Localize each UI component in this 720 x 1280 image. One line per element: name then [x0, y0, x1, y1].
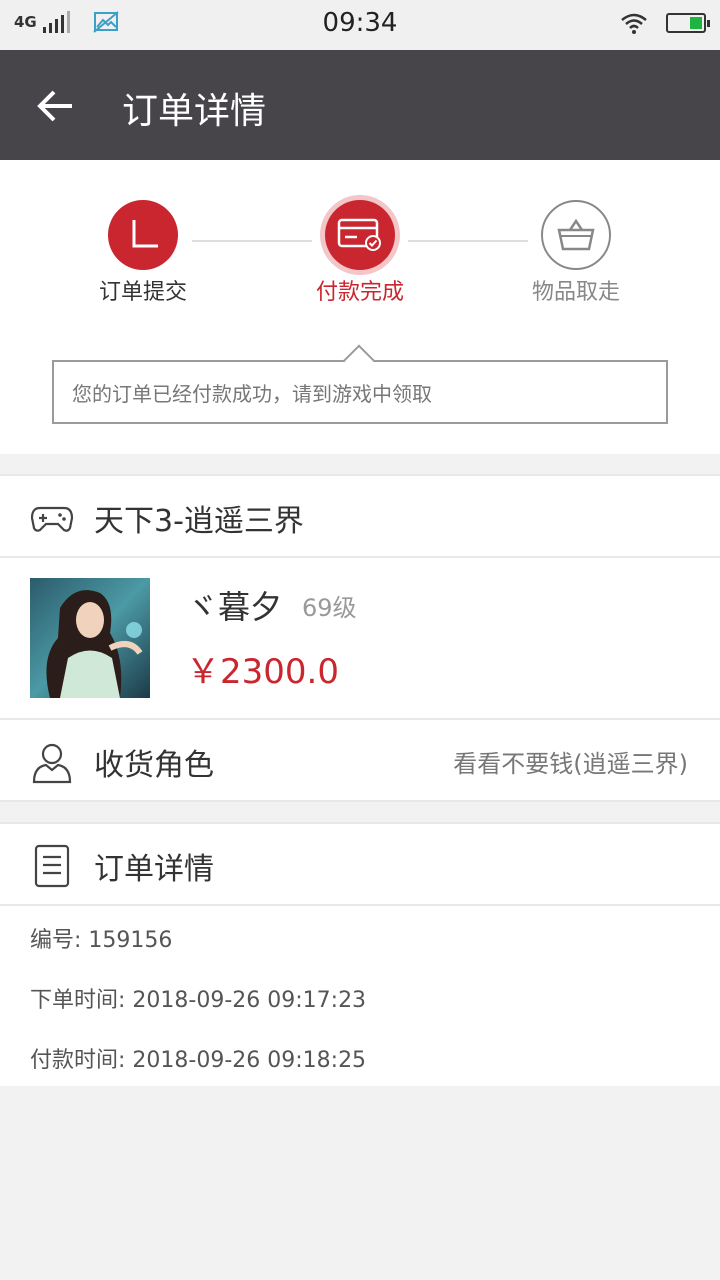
notice-caret	[343, 344, 375, 376]
step-order-submitted: 订单提交	[68, 200, 218, 306]
step-circle	[108, 200, 178, 270]
order-time: 下单时间: 2018-09-26 09:17:23	[30, 988, 367, 1013]
notice-text: 您的订单已经付款成功，请到游戏中领取	[72, 382, 432, 406]
order-progress: 订单提交 付款完成 物品取走 您的订单已经付款成功，请到游戏中领取	[0, 160, 720, 454]
status-bar: 4G 09:34	[0, 0, 720, 50]
receiver-value: 看看不要钱(逍遥三界)	[453, 750, 688, 778]
gamepad-icon	[30, 506, 74, 532]
character-name: ヾ暮夕	[186, 588, 283, 626]
game-name: 天下3-逍遥三界	[94, 504, 304, 539]
card-check-icon	[337, 218, 381, 251]
order-number: 编号: 159156	[30, 928, 173, 953]
receiver-section[interactable]: 收货角色 看看不要钱(逍遥三界)	[0, 718, 720, 802]
item-price: ￥2300.0	[186, 652, 339, 692]
item-card[interactable]: ヾ暮夕 69级 ￥2300.0	[0, 558, 720, 718]
page-title: 订单详情	[122, 91, 267, 132]
step-label: 物品取走	[531, 280, 620, 305]
character-avatar	[30, 578, 150, 698]
document-icon	[34, 844, 70, 888]
title-bar: 订单详情	[0, 50, 720, 160]
character-level: 69级	[302, 594, 357, 622]
payment-time: 付款时间: 2018-09-26 09:18:25	[30, 1048, 367, 1073]
step-label: 订单提交	[98, 280, 187, 305]
battery-icon	[666, 13, 710, 33]
step-circle	[541, 200, 611, 270]
order-details-title: 订单详情	[94, 852, 214, 887]
step-label: 付款完成	[315, 280, 404, 305]
step-payment-complete: 付款完成	[285, 200, 435, 306]
order-details-list: 编号: 159156 下单时间: 2018-09-26 09:17:23 付款时…	[0, 906, 720, 1086]
step-circle	[325, 200, 395, 270]
status-notice: 您的订单已经付款成功，请到游戏中领取	[52, 344, 668, 424]
clock-icon	[132, 220, 158, 248]
status-right	[620, 12, 710, 34]
clock: 09:34	[322, 8, 398, 38]
wifi-icon	[621, 13, 647, 34]
order-details-header: 订单详情	[0, 822, 720, 906]
back-arrow-icon[interactable]	[36, 86, 76, 126]
step-item-collected: 物品取走	[501, 200, 651, 306]
game-section: 天下3-逍遥三界	[0, 474, 720, 558]
basket-icon	[557, 218, 595, 251]
receiver-label: 收货角色	[94, 748, 214, 783]
user-icon	[32, 743, 72, 784]
